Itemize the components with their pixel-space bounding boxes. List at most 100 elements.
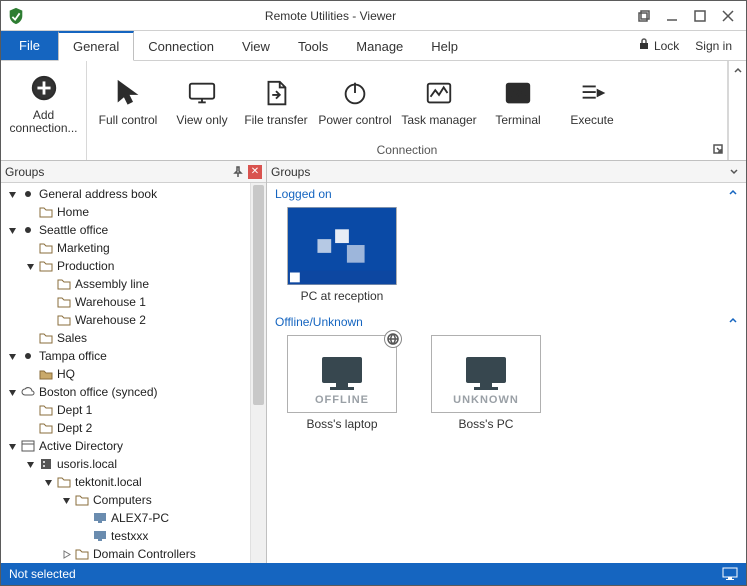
ribbon-expand-icon[interactable] [713, 143, 723, 157]
ribbon-power-control-button[interactable]: Power control [313, 72, 397, 131]
ribbon-item-label: Execute [570, 114, 613, 127]
tree-node-label: Warehouse 2 [75, 313, 146, 327]
tree-toggle-icon[interactable] [43, 477, 54, 488]
tree-node-label: Warehouse 1 [75, 295, 146, 309]
dot-icon [20, 223, 36, 237]
tree-scrollbar[interactable] [250, 183, 266, 563]
unknown-thumbnail: UNKNOWN [431, 335, 541, 413]
tree-node[interactable]: Home [1, 203, 250, 221]
tree-toggle-icon [43, 297, 54, 308]
content-pane: Groups Logged on PC at reception Offline… [267, 161, 746, 563]
tree-node-label: Assembly line [75, 277, 149, 291]
tree-toggle-icon[interactable] [7, 387, 18, 398]
folder-icon [74, 493, 90, 507]
tree-node-label: Tampa office [39, 349, 107, 363]
ribbon: Addconnection... Full controlView only Fi… [1, 61, 746, 161]
tree-toggle-icon[interactable] [7, 441, 18, 452]
ribbon-view-only-button[interactable]: View only [165, 72, 239, 131]
file-transfer-icon [261, 76, 291, 110]
close-pane-icon[interactable]: ✕ [248, 165, 262, 179]
remote-pc-card-unknown[interactable]: UNKNOWN Boss's PC [421, 335, 551, 431]
ribbon-file-transfer-button[interactable]: File transfer [239, 72, 313, 131]
window-restore-extra-icon[interactable] [630, 5, 658, 27]
unknown-pc-label: Boss's PC [459, 417, 514, 431]
tree-toggle-icon[interactable] [61, 549, 72, 560]
tree-node[interactable]: Seattle office [1, 221, 250, 239]
tree-node[interactable]: Sales [1, 329, 250, 347]
tab-manage[interactable]: Manage [342, 31, 417, 60]
tree-node[interactable]: Boston office (synced) [1, 383, 250, 401]
window-close-button[interactable] [714, 5, 742, 27]
tree-node[interactable]: Warehouse 1 [1, 293, 250, 311]
folder-open-icon [38, 367, 54, 381]
add-connection-button[interactable]: Addconnection... [5, 67, 82, 139]
tree-node[interactable]: tektonit.local [1, 473, 250, 491]
window-maximize-button[interactable] [686, 5, 714, 27]
tree-node[interactable]: Warehouse 2 [1, 311, 250, 329]
tree-node[interactable]: usoris.local [1, 455, 250, 473]
tree-toggle-icon [25, 333, 36, 344]
terminal-icon: C:\ [503, 76, 533, 110]
ribbon-full-control-button[interactable]: Full control [91, 72, 165, 131]
section-logged-on[interactable]: Logged on [267, 183, 746, 203]
folder-icon [38, 403, 54, 417]
tree-node[interactable]: Marketing [1, 239, 250, 257]
tree-node[interactable]: Dept 2 [1, 419, 250, 437]
tree-toggle-icon[interactable] [7, 189, 18, 200]
ribbon-terminal-button[interactable]: C:\ Terminal [481, 72, 555, 131]
section-offline[interactable]: Offline/Unknown [267, 311, 746, 331]
tab-connection[interactable]: Connection [134, 31, 228, 60]
folder-icon [38, 241, 54, 255]
tree-node[interactable]: HQ [1, 365, 250, 383]
tree-node[interactable]: Production [1, 257, 250, 275]
tree-node[interactable]: testxxx [1, 527, 250, 545]
tree-node[interactable]: Active Directory [1, 437, 250, 455]
tree-node[interactable]: General address book [1, 185, 250, 203]
main-area: Groups ✕ General address book HomeSeattle… [1, 161, 746, 563]
tree-node[interactable]: Domain Controllers [1, 545, 250, 563]
remote-pc-card[interactable]: PC at reception [277, 207, 407, 303]
folder-icon [38, 259, 54, 273]
tree-toggle-icon [79, 531, 90, 542]
status-monitor-icon [722, 567, 738, 581]
tab-view[interactable]: View [228, 31, 284, 60]
tree-toggle-icon[interactable] [61, 495, 72, 506]
tree-node[interactable]: ALEX7-PC [1, 509, 250, 527]
content-pane-header: Groups [267, 161, 746, 183]
ribbon-item-label: Terminal [495, 114, 540, 127]
lock-button[interactable]: Lock [632, 38, 685, 53]
tree-toggle-icon [25, 243, 36, 254]
window-minimize-button[interactable] [658, 5, 686, 27]
monitor-icon [462, 353, 510, 396]
tree-toggle-icon[interactable] [7, 225, 18, 236]
folder-icon [56, 277, 72, 291]
groups-tree[interactable]: General address book HomeSeattle officeMa… [1, 183, 266, 563]
monitor-icon [318, 353, 366, 396]
tab-tools[interactable]: Tools [284, 31, 342, 60]
folder-icon [56, 313, 72, 327]
tree-node[interactable]: Assembly line [1, 275, 250, 293]
tab-general[interactable]: General [58, 31, 134, 61]
tree-node[interactable]: Computers [1, 491, 250, 509]
tree-toggle-icon[interactable] [25, 261, 36, 272]
remote-pc-card-offline[interactable]: OFFLINE Boss's laptop [277, 335, 407, 431]
ribbon-item-label: File transfer [244, 114, 307, 127]
ribbon-collapse-icon[interactable] [733, 65, 743, 79]
status-bar: Not selected [1, 563, 746, 585]
tree-toggle-icon[interactable] [25, 459, 36, 470]
full-control-icon [113, 76, 143, 110]
offline-pc-label: Boss's laptop [307, 417, 378, 431]
tab-help[interactable]: Help [417, 31, 472, 60]
ribbon-execute-button[interactable]: Execute [555, 72, 629, 131]
ribbon-task-manager-button[interactable]: Task manager [397, 72, 481, 131]
tree-node[interactable]: Dept 1 [1, 401, 250, 419]
tree-node[interactable]: Tampa office [1, 347, 250, 365]
tree-toggle-icon[interactable] [7, 351, 18, 362]
dot-icon [20, 349, 36, 363]
ad-icon [20, 439, 36, 453]
pin-icon[interactable] [230, 164, 246, 180]
sign-in-button[interactable]: Sign in [689, 39, 738, 53]
tree-node-label: General address book [39, 187, 157, 201]
content-collapse-icon[interactable] [726, 164, 742, 180]
file-menu[interactable]: File [1, 31, 58, 60]
